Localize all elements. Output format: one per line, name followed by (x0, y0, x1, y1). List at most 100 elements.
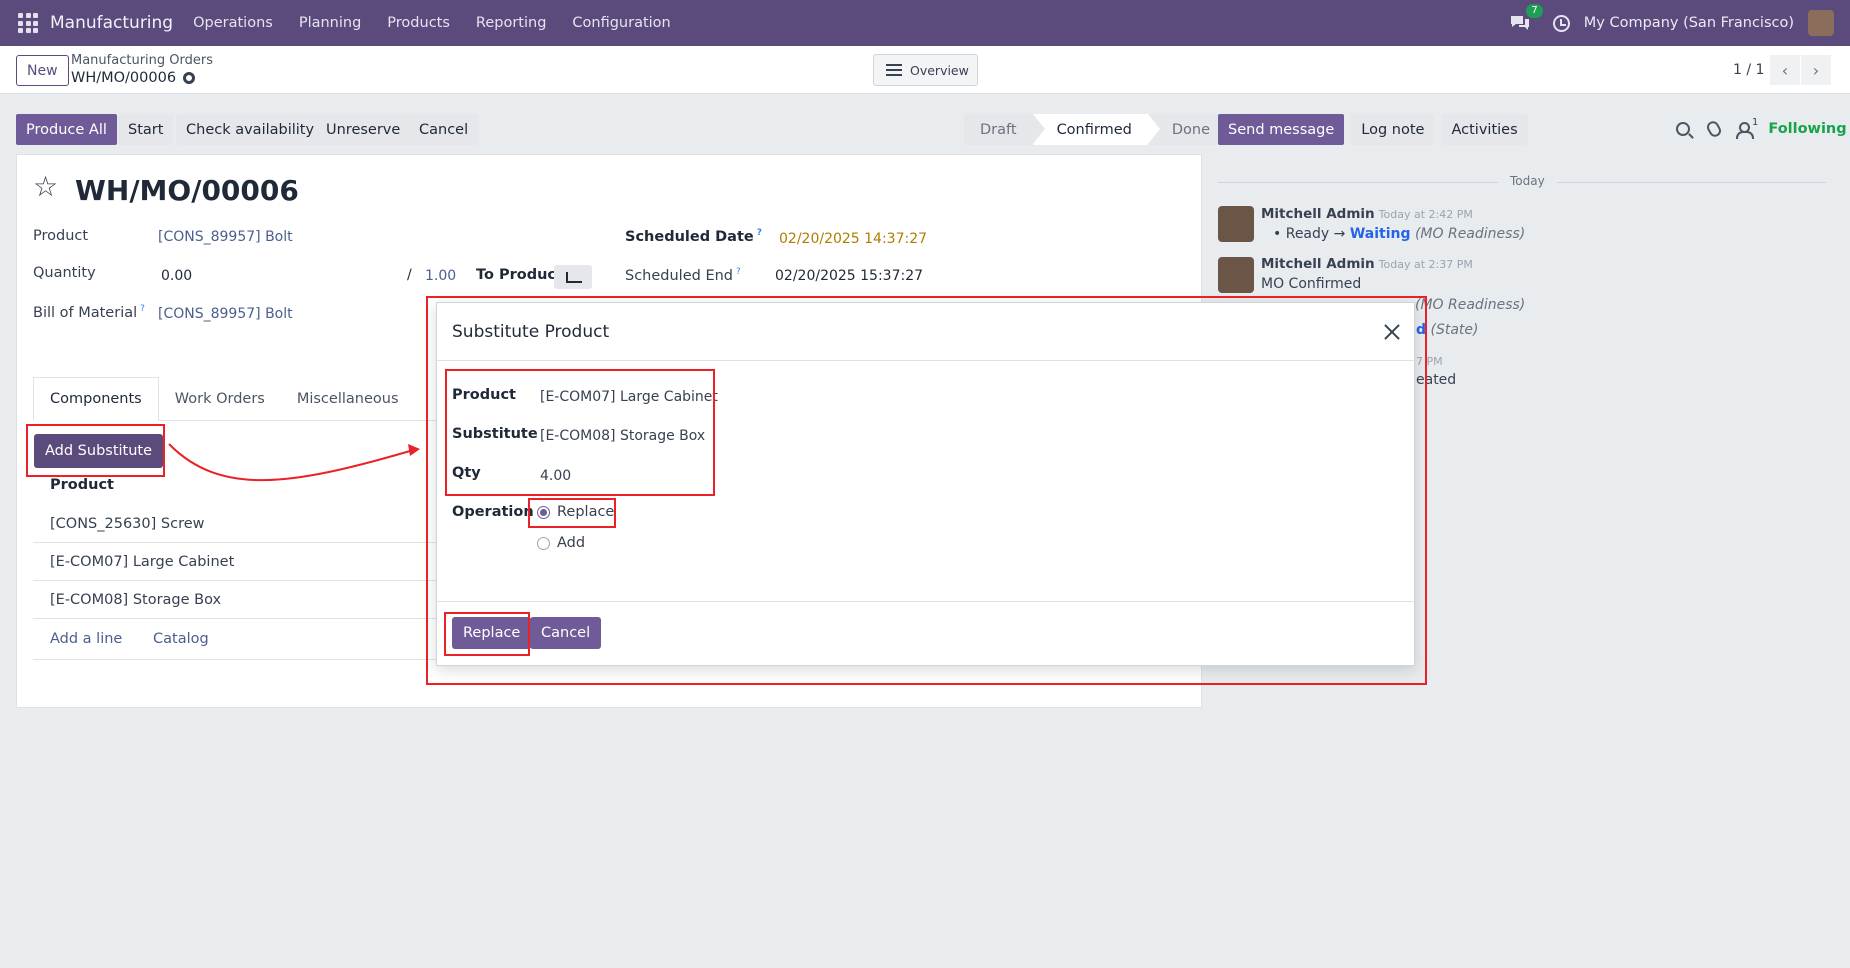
status-chevron (1032, 114, 1045, 144)
status-confirmed[interactable]: Confirmed (1032, 114, 1148, 145)
send-message-button[interactable]: Send message (1218, 114, 1345, 145)
status-draft[interactable]: Draft (964, 114, 1033, 145)
followers-icon[interactable] (1736, 122, 1754, 139)
tab-components[interactable]: Components (33, 377, 159, 421)
table-footer-divider (33, 659, 461, 660)
paperclip-icon[interactable] (1704, 119, 1724, 139)
new-button[interactable]: New (16, 55, 69, 86)
forecast-chart-icon[interactable] (554, 265, 592, 289)
tracking-field: (MO Readiness) (1414, 226, 1526, 242)
message-body: MO Confirmed (1261, 276, 1362, 292)
annotation-box-add-substitute (26, 424, 165, 477)
top-navbar: Manufacturing Operations Planning Produc… (0, 0, 1850, 46)
product-field[interactable]: [CONS_89957] Bolt (158, 229, 293, 245)
message-author-name[interactable]: Mitchell Admin (1261, 256, 1375, 272)
avatar[interactable] (1218, 206, 1254, 242)
produce-all-button[interactable]: Produce All (16, 114, 117, 145)
message-time: Today at 2:42 PM (1378, 208, 1473, 221)
cancel-button[interactable]: Cancel (409, 114, 479, 145)
app-name[interactable]: Manufacturing (50, 13, 173, 33)
pager-value: 1 / 1 (1733, 62, 1765, 78)
menu-planning[interactable]: Planning (299, 15, 361, 31)
avatar[interactable] (1218, 257, 1254, 293)
pager-next-button[interactable]: › (1801, 55, 1831, 85)
menu-operations[interactable]: Operations (193, 15, 273, 31)
scheduled-end-label-text: Scheduled End (625, 267, 733, 284)
bom-help-icon[interactable]: ? (140, 304, 145, 314)
overview-label: Overview (910, 62, 969, 78)
navbar-systray: 7 My Company (San Francisco) (1509, 4, 1834, 36)
table-row[interactable]: [E-COM07] Large Cabinet (33, 543, 461, 581)
menu-reporting[interactable]: Reporting (476, 15, 547, 31)
user-avatar[interactable] (1808, 10, 1834, 36)
scheduled-end-label: Scheduled End? (625, 267, 741, 284)
unreserve-button[interactable]: Unreserve (316, 114, 411, 145)
table-row[interactable]: [E-COM08] Storage Box (33, 581, 461, 619)
following-button[interactable]: Following (1768, 121, 1846, 137)
quantity-separator: / (407, 267, 412, 283)
pager-previous-button[interactable]: ‹ (1770, 55, 1800, 85)
control-panel: New Manufacturing Orders WH/MO/00006 Ove… (0, 46, 1850, 94)
table-header-product: Product (50, 477, 114, 493)
search-icon[interactable] (1676, 122, 1690, 136)
menu-configuration[interactable]: Configuration (572, 15, 670, 31)
action-bar: Produce All Start Check availability Unr… (0, 94, 1850, 148)
tracking-arrow: → (1333, 226, 1346, 242)
tab-miscellaneous[interactable]: Miscellaneous (281, 377, 415, 421)
annotation-arrow (168, 443, 420, 482)
tracking-old-value: Ready (1285, 226, 1330, 242)
activity-clock-icon[interactable] (1552, 14, 1570, 32)
message-author: Mitchell Admin Today at 2:37 PM (1261, 256, 1473, 272)
messaging-icon[interactable]: 7 (1509, 4, 1543, 33)
chatter-tools: 1 Following (1676, 117, 1847, 139)
table-row[interactable]: [CONS_25630] Screw (33, 505, 461, 543)
tracking-field-partial: (MO Readiness) (1415, 297, 1526, 313)
record-title: WH/MO/00006 (75, 174, 299, 207)
annotation-box-replace-button (444, 612, 530, 656)
company-switcher[interactable]: My Company (San Francisco) (1584, 15, 1794, 31)
tracking-new-value: Waiting (1349, 226, 1411, 242)
log-note-button[interactable]: Log note (1351, 114, 1435, 145)
star-icon[interactable]: ☆ (33, 173, 58, 201)
message-time: Today at 2:37 PM (1378, 258, 1473, 271)
product-label: Product (33, 228, 89, 244)
tracking-partial-field: (State) (1430, 322, 1479, 338)
annotation-box-fields (445, 369, 715, 496)
main-menu: Operations Planning Products Reporting C… (193, 15, 697, 31)
status-chevron (1147, 114, 1160, 144)
bom-field[interactable]: [CONS_89957] Bolt (158, 306, 293, 322)
date-divider-label: Today (1498, 174, 1557, 188)
overview-button[interactable]: Overview (873, 54, 978, 86)
follower-count: 1 (1752, 116, 1759, 128)
messaging-badge: 7 (1526, 4, 1543, 18)
quantity-field[interactable]: 0.00 (161, 268, 192, 284)
menu-products[interactable]: Products (387, 15, 450, 31)
breadcrumb-current-label: WH/MO/00006 (71, 70, 177, 86)
breadcrumb-current: WH/MO/00006 (71, 70, 196, 86)
scheduled-end-help-icon[interactable]: ? (736, 267, 741, 277)
tab-work-orders[interactable]: Work Orders (159, 377, 281, 421)
start-button[interactable]: Start (118, 114, 174, 145)
scheduled-date-help-icon[interactable]: ? (757, 228, 762, 238)
check-availability-button[interactable]: Check availability (176, 114, 325, 145)
bom-label-text: Bill of Material (33, 304, 138, 321)
bom-label: Bill of Material? (33, 304, 145, 321)
hamburger-icon (886, 64, 902, 76)
scheduled-date-field[interactable]: 02/20/2025 14:37:27 (779, 231, 927, 247)
quantity-total[interactable]: 1.00 (425, 268, 456, 284)
status-bar: Draft Confirmed Done (964, 114, 1226, 145)
gear-icon[interactable] (183, 72, 196, 84)
quantity-label: Quantity (33, 265, 96, 281)
add-line-link[interactable]: Add a line (50, 631, 122, 647)
catalog-link[interactable]: Catalog (153, 631, 209, 647)
scheduled-date-label-text: Scheduled Date (625, 228, 754, 245)
breadcrumb-parent[interactable]: Manufacturing Orders (71, 53, 213, 68)
tracking-line: • Ready → Waiting (MO Readiness) (1273, 226, 1526, 242)
scheduled-end-field[interactable]: 02/20/2025 15:37:27 (775, 268, 923, 284)
message-author-name[interactable]: Mitchell Admin (1261, 206, 1375, 222)
scheduled-date-label: Scheduled Date? (625, 228, 762, 245)
activities-button[interactable]: Activities (1441, 114, 1528, 145)
chatter-actions: Send message Log note Activities (1218, 114, 1535, 145)
apps-grid-icon[interactable] (18, 13, 38, 33)
to-produce-label: To Produce (476, 267, 566, 283)
